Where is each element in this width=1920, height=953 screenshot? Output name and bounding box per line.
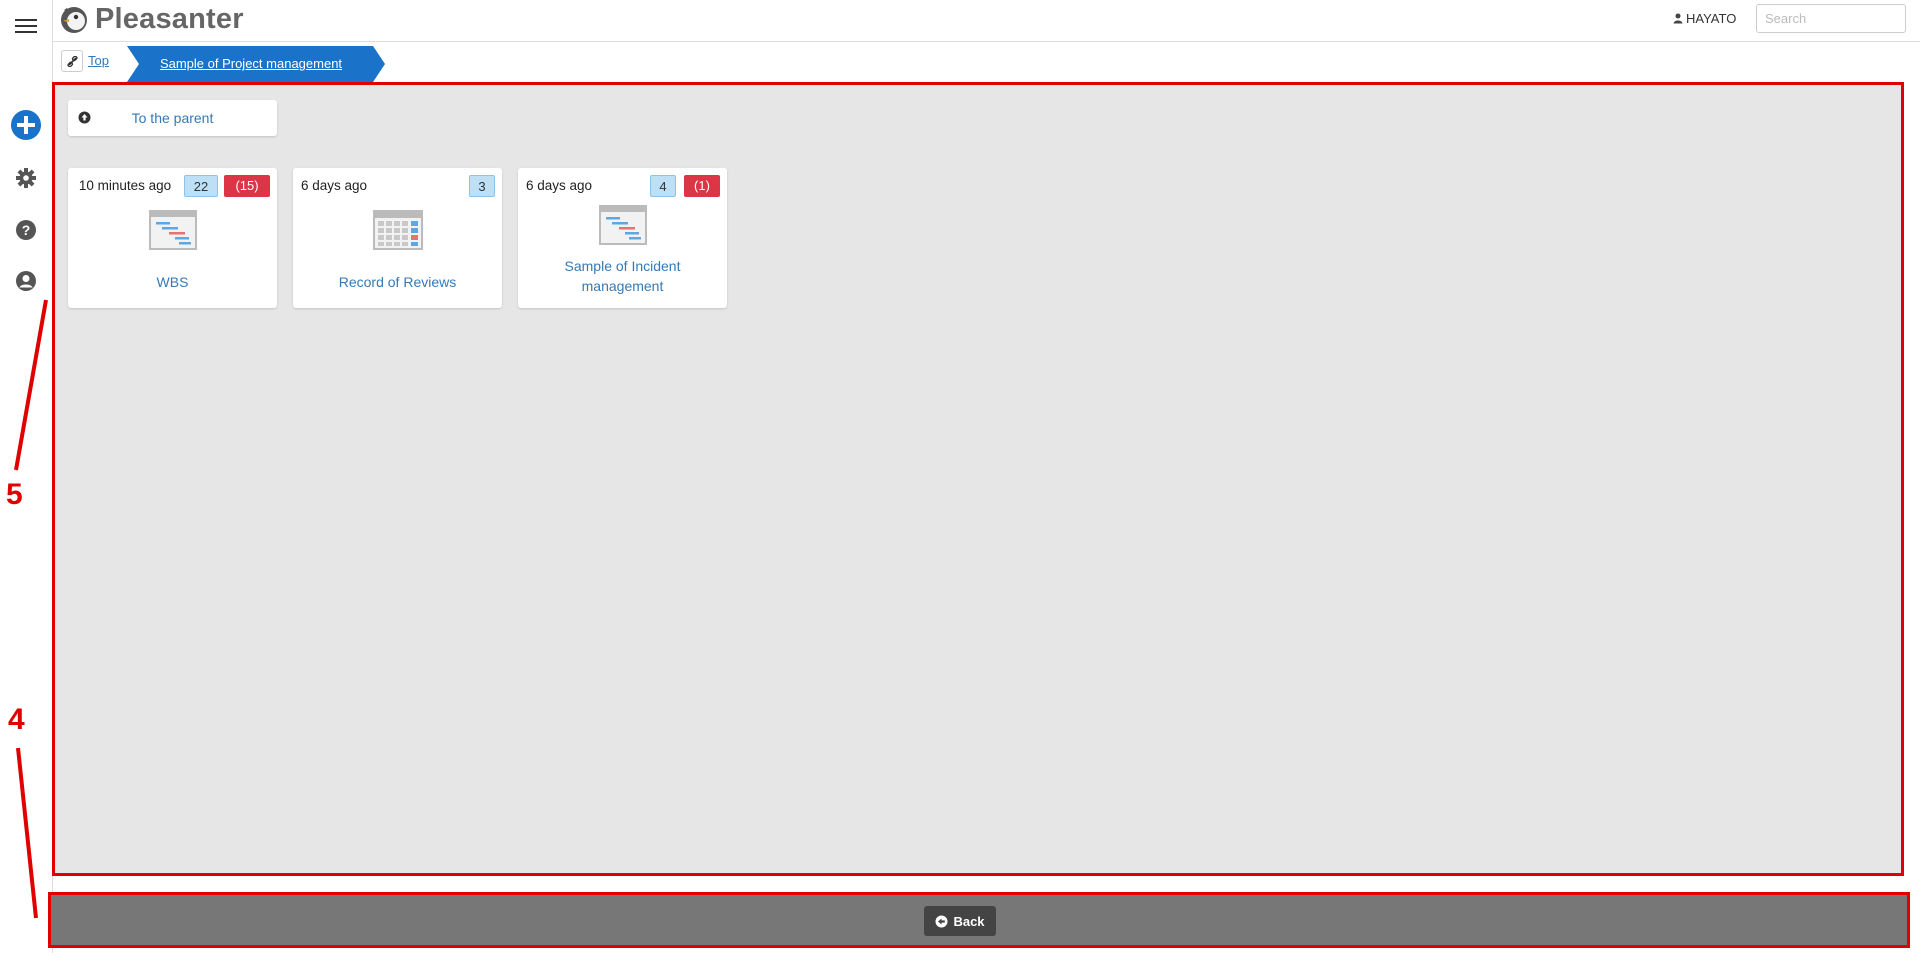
gantt-icon — [149, 210, 197, 250]
record-count-badge: 4 — [650, 175, 676, 197]
breadcrumb: Top Sample of Project management — [53, 42, 1920, 82]
main-content-area: To the parent 10 minutes ago 22 (15) WBS… — [52, 82, 1904, 876]
breadcrumb-current-label: Sample of Project management — [159, 56, 343, 71]
calendar-grid-icon — [373, 210, 423, 250]
tile-updated-time: 6 days ago — [526, 178, 593, 193]
overdue-count-badge: (1) — [684, 175, 720, 197]
gantt-icon — [599, 205, 647, 245]
breadcrumb-current[interactable]: Sample of Project management — [127, 46, 387, 82]
tile-updated-time: 10 minutes ago — [78, 178, 172, 193]
back-label: Back — [953, 913, 985, 929]
record-count-badge: 22 — [184, 175, 218, 197]
gear-icon[interactable] — [10, 162, 42, 194]
tile-name: WBS — [156, 274, 189, 290]
plus-circle-icon[interactable] — [10, 109, 42, 141]
user-icon — [1673, 13, 1683, 24]
user-name: HAYATO — [1686, 11, 1737, 26]
site-tile-wbs[interactable]: 10 minutes ago 22 (15) WBS — [68, 168, 277, 308]
tile-name: Sample of Incident management — [564, 258, 681, 294]
arrow-left-circle-icon — [935, 915, 948, 927]
app-logo[interactable]: Pleasanter — [59, 3, 244, 36]
site-tile-record-of-reviews[interactable]: 6 days ago 3 Record of Reviews — [293, 168, 502, 308]
app-title: Pleasanter — [95, 3, 244, 35]
user-circle-icon[interactable] — [10, 265, 42, 297]
arrow-up-circle-icon — [78, 111, 91, 124]
left-rail: ? — [0, 0, 53, 953]
annotation-label-5: 5 — [6, 478, 23, 511]
svg-text:?: ? — [22, 222, 31, 238]
link-icon[interactable] — [61, 50, 83, 72]
to-parent-label: To the parent — [131, 110, 214, 126]
site-tile-incident-management[interactable]: 6 days ago 4 (1) Sample of Incident mana… — [518, 168, 727, 308]
annotation-label-4: 4 — [8, 703, 25, 736]
overdue-count-badge: (15) — [224, 175, 270, 197]
footer-command-area: Back — [48, 892, 1910, 948]
back-button[interactable]: Back — [924, 906, 996, 936]
menu-icon[interactable] — [10, 10, 42, 42]
to-parent-button[interactable]: To the parent — [68, 100, 277, 136]
header: Pleasanter HAYATO — [53, 0, 1920, 42]
search-input[interactable] — [1756, 4, 1906, 33]
breadcrumb-top-link[interactable]: Top — [88, 53, 109, 68]
tile-name: Record of Reviews — [338, 274, 457, 290]
tile-updated-time: 6 days ago — [301, 178, 368, 193]
user-menu[interactable]: HAYATO — [1673, 11, 1736, 26]
question-circle-icon[interactable]: ? — [10, 214, 42, 246]
pleasanter-bird-icon — [61, 6, 87, 33]
record-count-badge: 3 — [469, 175, 495, 197]
